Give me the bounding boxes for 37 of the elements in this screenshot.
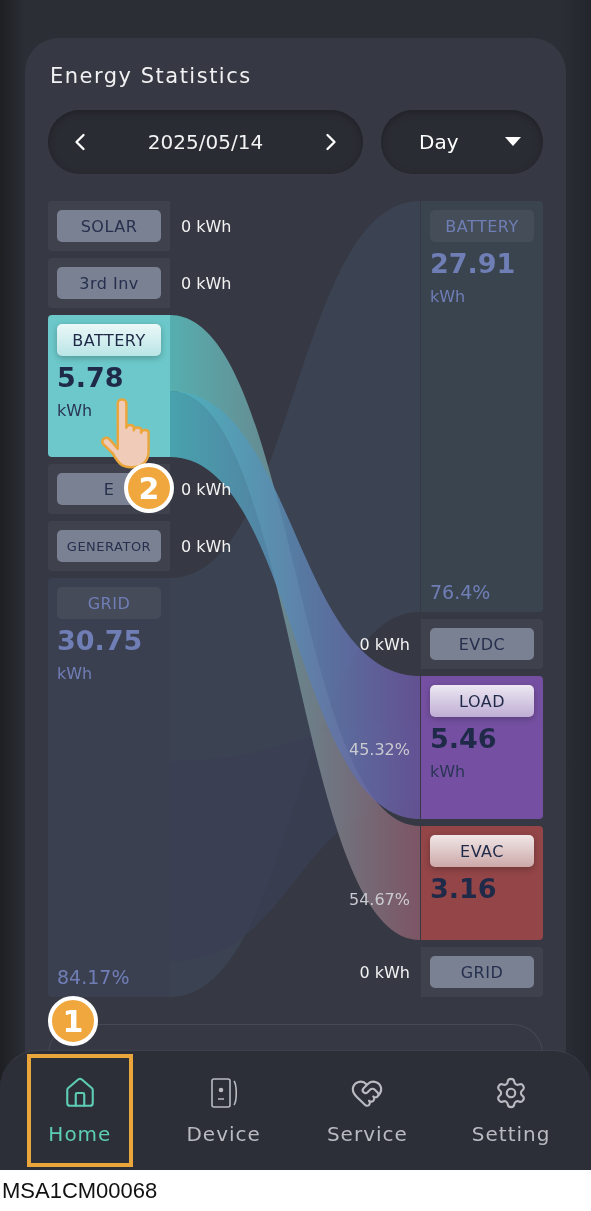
period-select[interactable]: Day: [381, 110, 543, 174]
energy-reading: 0 kWh: [359, 634, 410, 654]
energy-value: 3.16: [430, 873, 498, 904]
percentage: 84.17%: [57, 966, 131, 988]
energy-value: 5.78: [57, 362, 125, 393]
energy-unit: kWh: [57, 401, 94, 420]
energy-unit: kWh: [430, 762, 467, 781]
node-label: BATTERY: [430, 210, 534, 242]
energy-value: 30.75: [57, 625, 144, 656]
node-label: EVAC: [430, 835, 534, 867]
energy-unit: kWh: [430, 287, 467, 306]
percentage: 76.4%: [430, 581, 492, 603]
energy-reading: 0 kWh: [181, 536, 232, 556]
energy-reading: 0 kWh: [359, 962, 410, 982]
node-label: GRID: [430, 956, 534, 988]
nav-tab[interactable]: Service: [314, 1054, 421, 1167]
date-picker[interactable]: 2025/05/14: [48, 110, 363, 174]
energy-reading: 0 kWh: [181, 479, 232, 499]
energy-reading: 0 kWh: [181, 273, 232, 293]
energy-value: 5.46: [430, 723, 498, 754]
nav-tab[interactable]: Device: [170, 1054, 277, 1167]
node-label: GENERATOR: [57, 530, 161, 562]
percentage: 45.32%: [349, 740, 410, 759]
nav-tab[interactable]: Setting: [458, 1054, 565, 1167]
screen-title: Energy Statistics: [50, 64, 253, 88]
node-label: SOLAR: [57, 210, 161, 242]
caret-icon: [505, 137, 521, 147]
energy-value: 27.91: [430, 248, 517, 279]
node-label: GRID: [57, 587, 161, 619]
energy-unit: kWh: [57, 664, 94, 683]
nav-tab[interactable]: Home: [26, 1054, 133, 1167]
date-text: 2025/05/14: [147, 130, 264, 154]
node-label: 3rd Inv: [57, 267, 161, 299]
node-label: LOAD: [430, 685, 534, 717]
energy-reading: 0 kWh: [181, 216, 232, 236]
node-label: EVDC: [430, 628, 534, 660]
node-label: BATTERY: [57, 324, 161, 356]
